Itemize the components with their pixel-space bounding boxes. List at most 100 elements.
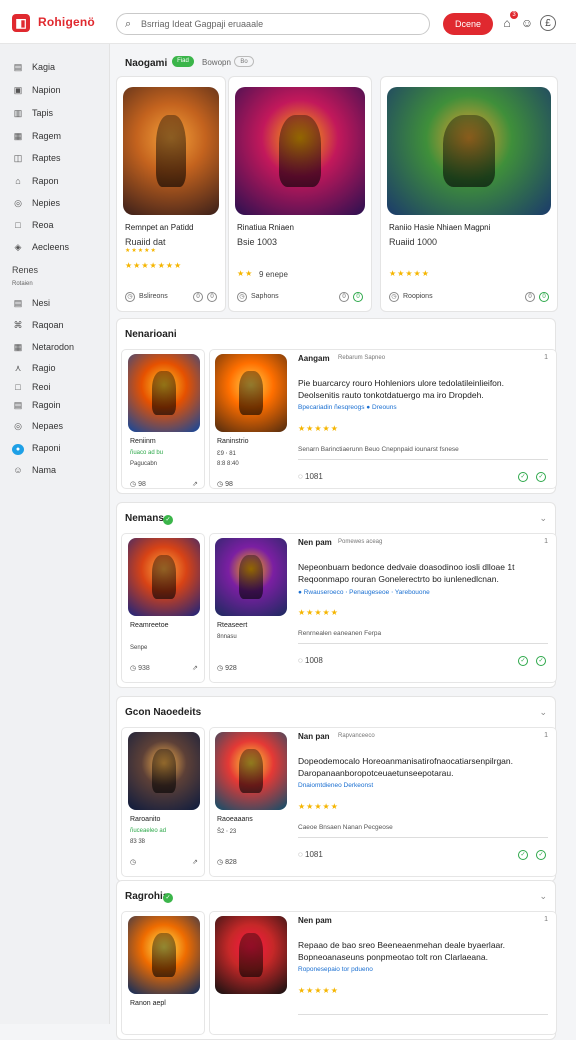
check-icon[interactable]: ✓ xyxy=(518,472,528,482)
game-detail-card[interactable]: Rteaseert 8nnasu ◷ 928 Nen pam Pomewes aceag… xyxy=(209,533,557,683)
game-card-art[interactable] xyxy=(128,354,200,432)
featured-card-source[interactable]: Roopions xyxy=(403,293,433,300)
sidebar-item[interactable]: ▤ Ragoin xyxy=(12,400,61,416)
brand-logo-icon[interactable]: ◧ xyxy=(12,14,30,32)
game-detail-card[interactable]: Raoeaaans Ŝ2 ⋅ 23 ◷ 828 Nan pan Rapvanceeco 1… xyxy=(209,727,557,877)
game-detail-card[interactable]: Raninstrio Ɛ9 ⋅ 81 8:8 8:40 ◷ 98 Aangam Rebar… xyxy=(209,349,557,489)
game-detail-title: Nen pam xyxy=(298,916,332,925)
featured-card[interactable]: Raniio Hasie Nhiaen Magpni Ruaiid 1000 ★★★… xyxy=(380,76,558,312)
featured-filter-pill[interactable]: Bo xyxy=(234,56,254,67)
featured-section: Naogami Fiad Bowopn Bo Remnpet an Patidd… xyxy=(116,46,558,312)
search-input[interactable]: Bsrriag Ideat Gagpaji eruaaale xyxy=(141,19,263,29)
sidebar-item[interactable]: ⌂ Rapon xyxy=(12,176,58,192)
sidebar-item[interactable]: ● Raponi xyxy=(12,443,61,459)
featured-card-source[interactable]: Saphons xyxy=(251,293,279,300)
game-detail-title: Aangam xyxy=(298,354,330,363)
info-icon[interactable]: 0 xyxy=(525,292,535,302)
verified-icon[interactable]: ✓ xyxy=(536,656,546,666)
game-card[interactable]: Reamreetoe Senpe ◷ 938 ⇗ xyxy=(121,533,205,683)
sidebar-item-icon: ▥ xyxy=(13,108,23,118)
sidebar-item-icon: □ xyxy=(15,220,21,230)
check-icon[interactable]: ✓ xyxy=(518,850,528,860)
sidebar-item[interactable]: ☺ Nama xyxy=(12,465,56,481)
game-card[interactable]: Raroanito ñuceaeleo ad 8̈3 3̈8 ◷ ⇗ xyxy=(121,727,205,877)
primary-action-button[interactable]: Dcene xyxy=(443,13,493,35)
sidebar-item[interactable]: ⋏ Ragio xyxy=(12,363,56,379)
check-icon[interactable]: ✓ xyxy=(518,656,528,666)
sidebar-item[interactable]: ▤ Kagia xyxy=(12,62,55,78)
notification-icon[interactable]: ⌂ 3 xyxy=(498,11,518,32)
sidebar-item[interactable]: ◎ Nepaes xyxy=(12,421,63,437)
sidebar-item[interactable]: ◫ Raptes xyxy=(12,153,61,169)
chevron-down-icon[interactable]: ⌄ xyxy=(539,707,547,718)
sidebar-item[interactable]: □ Reoa xyxy=(12,220,53,236)
search-bar[interactable]: ⌕ Bsrriag Ideat Gagpaji eruaaale xyxy=(116,13,430,35)
sidebar-section-title: Renes xyxy=(12,265,39,275)
game-detail-description: Repaao de bao sreo Beeneaenmehan deale b… xyxy=(298,940,505,950)
featured-card-subtitle: Ruaiid 1000 xyxy=(389,237,438,247)
featured-card[interactable]: Remnpet an Patidd Ruaiid dat ★★★★★ ★★★★★★★ B… xyxy=(116,76,226,312)
avatar[interactable]: £ xyxy=(540,15,556,31)
game-card-art-figure-icon xyxy=(152,555,176,599)
share-icon[interactable]: ⇗ xyxy=(192,664,198,672)
featured-card-art[interactable] xyxy=(387,87,551,215)
sidebar-item[interactable]: ▦ Ragem xyxy=(12,131,61,147)
info-icon[interactable]: 0 xyxy=(339,292,349,302)
chevron-down-icon[interactable]: ⌄ xyxy=(539,891,547,902)
source-icon: ◷ xyxy=(125,292,135,302)
share-icon[interactable]: ⇗ xyxy=(192,480,198,488)
sidebar-item[interactable]: ▥ Tapis xyxy=(12,108,53,124)
emoji-icon[interactable]: ☺ xyxy=(518,14,536,32)
game-card-art[interactable] xyxy=(128,732,200,810)
game-card[interactable]: Ranon aepl xyxy=(121,911,205,1035)
sidebar-item[interactable]: ◈ Aecleens xyxy=(12,242,70,258)
verified-icon[interactable]: ✓ xyxy=(536,472,546,482)
featured-card[interactable]: Rinatiua Rniaen Bsie 1003 ★★ 9 enepe Saphons… xyxy=(228,76,372,312)
game-detail-views: ◌ 1008 xyxy=(298,656,323,665)
verified-icon[interactable]: ✓ xyxy=(536,850,546,860)
chevron-down-icon[interactable]: ⌄ xyxy=(539,513,547,524)
verified-icon[interactable]: 0 xyxy=(353,292,363,302)
game-detail-stat-2: 8:8 8:40 xyxy=(217,461,239,467)
section-status-icon: ✓ xyxy=(163,515,173,525)
sidebar-item-icon: ◎ xyxy=(14,198,22,208)
sidebar-item[interactable]: ▦ Netarodon xyxy=(12,342,74,358)
verified-icon[interactable]: 0 xyxy=(207,292,217,302)
featured-card-source[interactable]: Bslireons xyxy=(139,293,168,300)
game-card-art[interactable] xyxy=(128,538,200,616)
game-detail-summary: Senarn Barinctiaerunn Beuo Cnepnpaid iou… xyxy=(298,446,548,460)
game-detail-art[interactable] xyxy=(215,916,287,994)
game-detail-art-name: Raoeaaans xyxy=(217,816,253,823)
game-detail-tags[interactable]: Bpecariadin ñesqreogs ● Dreouns xyxy=(298,404,397,411)
game-detail-tags[interactable]: Dnaiomtdieneo Derkeonst xyxy=(298,782,373,789)
sidebar-item[interactable]: □ Reoi xyxy=(12,382,50,398)
sidebar-item-label: Nepies xyxy=(32,198,61,208)
source-icon: ◷ xyxy=(237,292,247,302)
sidebar-item[interactable]: ⌘ Raqoan xyxy=(12,320,64,336)
sidebar-item[interactable]: ▣ Napion xyxy=(12,85,61,101)
featured-subtitle[interactable]: Bowopn xyxy=(202,58,231,67)
game-card-art[interactable] xyxy=(128,916,200,994)
verified-icon[interactable]: 0 xyxy=(539,292,549,302)
sidebar-item[interactable]: ◎ Nepies xyxy=(12,198,60,214)
sidebar-item-icon: ▤ xyxy=(13,298,23,308)
game-card[interactable]: Reniinm ñuaco ad bu Pagucabn ◷ 98 ⇗ xyxy=(121,349,205,489)
game-detail-art[interactable] xyxy=(215,732,287,810)
game-detail-tags[interactable]: ● Rwauseroeco ⋅ Penaugeseoe ⋅ Yarebouone xyxy=(298,588,430,596)
sidebar-item-label: Raqoan xyxy=(32,320,64,330)
share-icon[interactable]: ⇗ xyxy=(192,858,198,866)
game-detail-tags[interactable]: Roponesepaio tor pdueno xyxy=(298,966,373,973)
game-detail-footer: ◷ 98 xyxy=(217,480,233,488)
game-detail-card[interactable]: Nen pam 1 Repaao de bao sreo Beeneaenmehan… xyxy=(209,911,557,1035)
section-status-icon: ✓ xyxy=(163,893,173,903)
featured-card-art[interactable] xyxy=(123,87,219,215)
sidebar-item[interactable]: ▤ Nesi xyxy=(12,298,50,314)
featured-card-meta: 9 enepe xyxy=(259,270,288,279)
brand-name[interactable]: Rohigenö xyxy=(38,15,95,29)
game-card-art-figure-icon xyxy=(152,933,176,977)
featured-card-art[interactable] xyxy=(235,87,365,215)
game-detail-art[interactable] xyxy=(215,354,287,432)
game-detail-art[interactable] xyxy=(215,538,287,616)
section-title: Gcon Naoedeits xyxy=(125,707,202,718)
info-icon[interactable]: 0 xyxy=(193,292,203,302)
